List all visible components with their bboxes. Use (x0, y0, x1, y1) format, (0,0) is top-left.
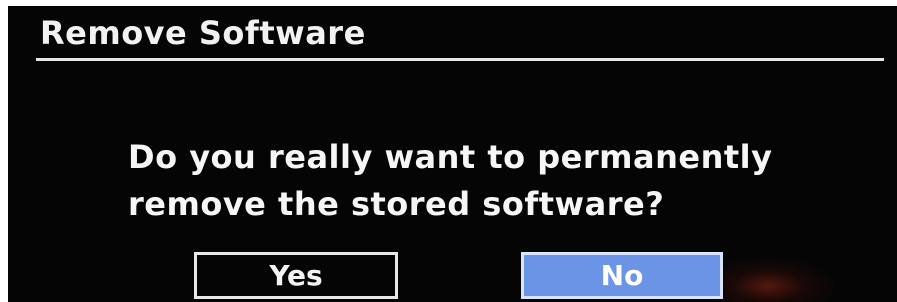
dialog-message: Do you really want to permanently remove… (128, 134, 772, 228)
message-line-2: remove the stored software? (128, 185, 665, 223)
tv-screen: Remove Software Do you really want to pe… (8, 6, 897, 302)
no-button[interactable]: No (521, 252, 723, 299)
dialog-title: Remove Software (40, 14, 366, 52)
title-divider (36, 58, 884, 61)
yes-button[interactable]: Yes (194, 252, 398, 299)
message-line-1: Do you really want to permanently (128, 138, 773, 176)
